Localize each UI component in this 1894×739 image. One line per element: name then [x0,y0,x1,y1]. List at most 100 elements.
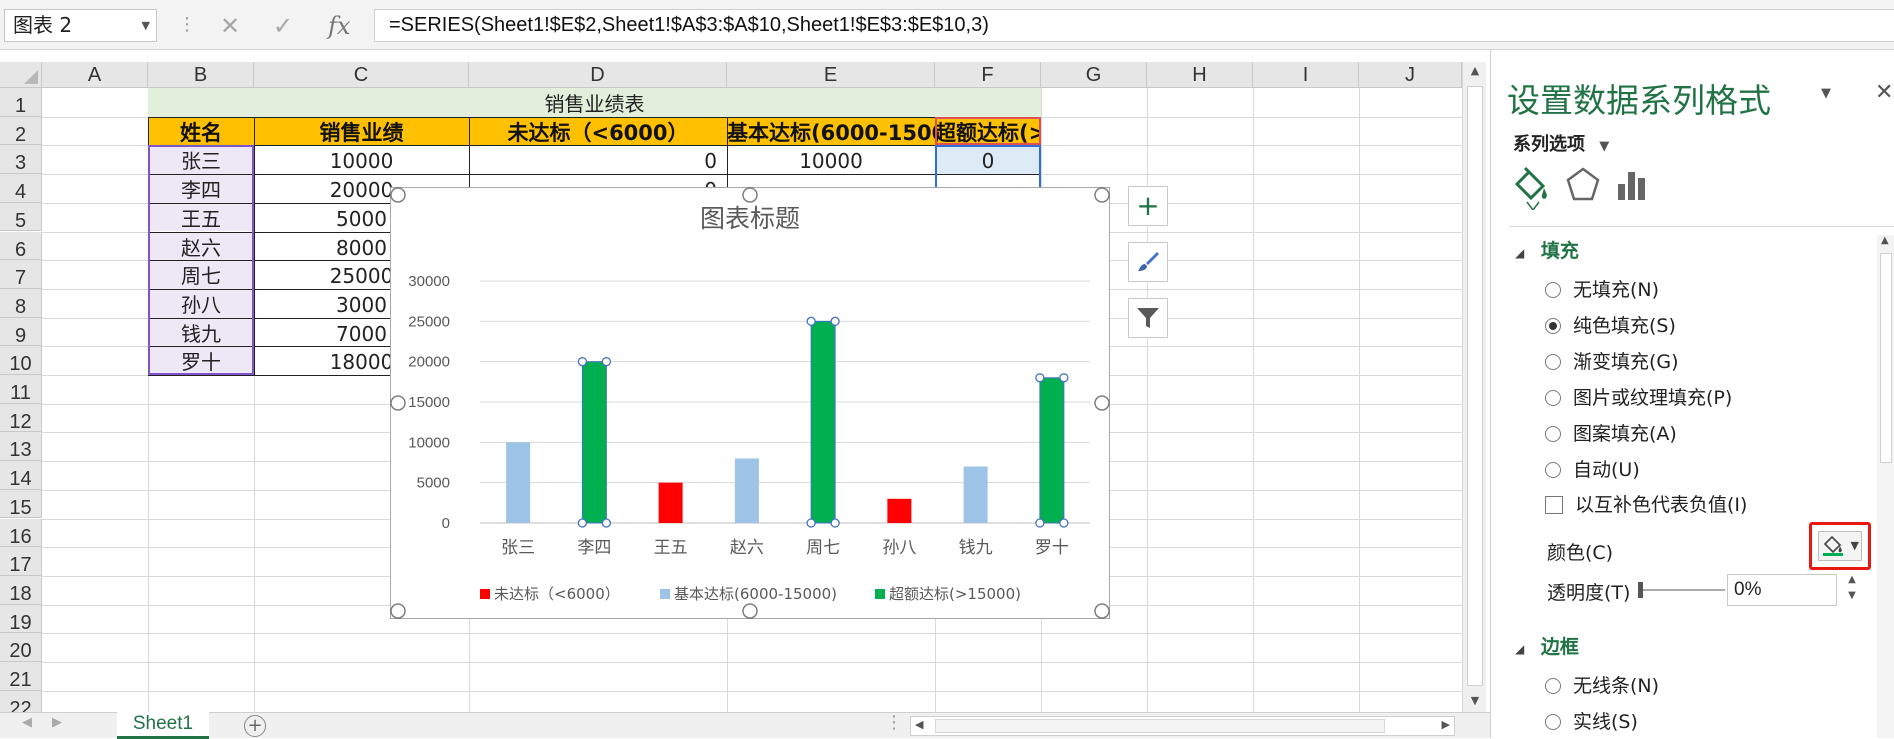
slider-handle[interactable] [1638,582,1643,598]
chart-elements-button[interactable]: + [1128,186,1168,226]
resize-handle[interactable] [1094,603,1110,619]
row-header-13[interactable]: 13 [0,432,42,461]
chevron-down-icon[interactable]: ▼ [142,10,150,41]
fill-option-radio[interactable]: 无填充(N) [1545,275,1659,302]
column-header-d[interactable]: D [469,62,727,88]
table-title[interactable]: 销售业绩表 [148,88,1041,117]
fill-section-header[interactable]: ◢ 填充 [1515,236,1579,263]
fill-option-radio[interactable]: 渐变填充(G) [1545,347,1679,374]
header-cell[interactable]: 销售业绩 [254,116,469,146]
bar-selection-handle[interactable] [577,357,588,367]
column-header-c[interactable]: C [254,62,469,88]
bar-selection-handle[interactable] [577,518,588,528]
resize-handle[interactable] [1094,395,1110,411]
legend-label[interactable]: 基本达标(6000-15000) [674,585,837,603]
new-sheet-button[interactable]: + [244,715,266,737]
next-sheet-icon[interactable]: ▶ [52,715,62,730]
series-options-tab-icon[interactable] [1615,166,1649,204]
row-header-8[interactable]: 8 [0,288,42,318]
formula-input[interactable]: =SERIES(Sheet1!$E$2,Sheet1!$A$3:$A$10,Sh… [374,9,1894,42]
transparency-slider[interactable] [1638,582,1725,598]
resize-handle[interactable] [1094,187,1110,203]
header-cell[interactable]: 基本达标(6000-15000) [727,116,935,146]
vertical-scrollbar[interactable]: ▲ ▼ [1462,62,1486,712]
row-header-20[interactable]: 20 [0,633,42,662]
scroll-up-icon[interactable]: ▲ [1881,235,1889,246]
column-header-f[interactable]: F [935,62,1041,88]
effects-tab-icon[interactable] [1565,166,1601,204]
column-header-b[interactable]: B [148,62,254,88]
row-header-17[interactable]: 17 [0,547,42,576]
series-options-dropdown[interactable]: 系列选项 ▼ [1513,130,1609,156]
insert-function-icon[interactable]: fx [328,12,350,40]
bar-selection-handle[interactable] [1059,518,1069,528]
resize-handle[interactable] [390,187,406,203]
spin-down-icon[interactable]: ▼ [1843,588,1861,604]
transparency-spinner[interactable]: ▲ ▼ [1843,572,1861,606]
row-header-3[interactable]: 3 [0,145,42,174]
row-header-21[interactable]: 21 [0,662,42,691]
chart[interactable]: 图表标题 0 5000 10000 15000 20000 25000 30000 张三 李四… [390,187,1110,619]
fill-option-radio[interactable]: 纯色填充(S) [1545,311,1676,338]
bar-selection-handle[interactable] [1035,373,1045,383]
row-header-5[interactable]: 5 [0,202,42,232]
prev-sheet-icon[interactable]: ◀ [22,715,32,730]
row-header-16[interactable]: 16 [0,518,42,548]
spin-up-icon[interactable]: ▲ [1843,572,1861,588]
bar-selection-handle[interactable] [806,316,816,326]
column-header-a[interactable]: A [42,62,148,88]
transparency-input[interactable]: 0% [1727,574,1837,606]
row-header-19[interactable]: 19 [0,604,42,634]
horizontal-scroll-thumb[interactable] [935,719,1385,733]
enter-icon[interactable]: ✓ [273,12,293,40]
data-cell[interactable]: 0 [469,145,727,174]
legend-label[interactable]: 超额达标(>15000) [889,585,1021,603]
data-cell[interactable]: 10000 [727,145,935,174]
row-header-9[interactable]: 9 [0,317,42,347]
row-header-4[interactable]: 4 [0,174,42,203]
bar-on-target[interactable] [506,442,531,523]
fill-color-picker[interactable]: ▼ [1818,531,1862,561]
row-header-10[interactable]: 10 [0,346,42,375]
cancel-icon[interactable]: ✕ [220,12,240,40]
scroll-right-icon[interactable]: ▶ [1442,718,1450,731]
scroll-down-icon[interactable]: ▼ [1463,694,1487,707]
bar-above-target[interactable] [581,361,607,524]
border-option-radio[interactable]: 无线条(N) [1545,671,1659,698]
row-header-15[interactable]: 15 [0,489,42,519]
row-header-6[interactable]: 6 [0,231,42,261]
bar-below-target[interactable] [887,498,912,523]
bar-selection-handle[interactable] [601,357,612,367]
vertical-scroll-thumb[interactable] [1467,86,1483,686]
resize-handle[interactable] [390,603,406,619]
bar-selection-handle[interactable] [806,518,816,528]
row-header-14[interactable]: 14 [0,461,42,490]
bar-selection-handle[interactable] [1059,373,1069,383]
fill-option-radio[interactable]: 自动(U) [1545,455,1640,482]
column-header-i[interactable]: I [1253,62,1359,88]
bar-selection-handle[interactable] [1035,518,1045,528]
pane-scrollbar[interactable]: ▲ [1877,235,1894,738]
name-box[interactable]: 图表 2 ▼ [4,9,157,42]
scroll-left-icon[interactable]: ◀ [915,718,923,731]
tab-sheet1[interactable]: Sheet1 [117,712,209,739]
bar-on-target[interactable] [734,458,759,523]
row-header-2[interactable]: 2 [0,116,42,146]
pane-options-icon[interactable]: ▼ [1821,86,1831,101]
fill-line-tab-icon[interactable] [1513,166,1551,210]
header-cell[interactable]: 姓名 [148,116,254,146]
scroll-up-icon[interactable]: ▲ [1463,64,1487,77]
legend-label[interactable]: 未达标（<6000） [494,585,620,603]
row-header-11[interactable]: 11 [0,375,42,404]
row-header-1[interactable]: 1 [0,88,42,117]
resize-handle[interactable] [742,603,758,619]
row-header-7[interactable]: 7 [0,260,42,289]
data-cell[interactable]: 10000 [254,145,469,174]
invert-if-negative-checkbox[interactable]: 以互补色代表负值(I) [1545,490,1747,517]
bar-selection-handle[interactable] [830,518,840,528]
bar-selection-handle[interactable] [830,316,840,326]
chart-styles-button[interactable] [1128,242,1168,282]
resize-handle[interactable] [390,395,406,411]
column-header-g[interactable]: G [1041,62,1147,88]
chart-legend[interactable]: 未达标（<6000） 基本达标(6000-15000) 超额达标(>15000) [480,585,1021,603]
